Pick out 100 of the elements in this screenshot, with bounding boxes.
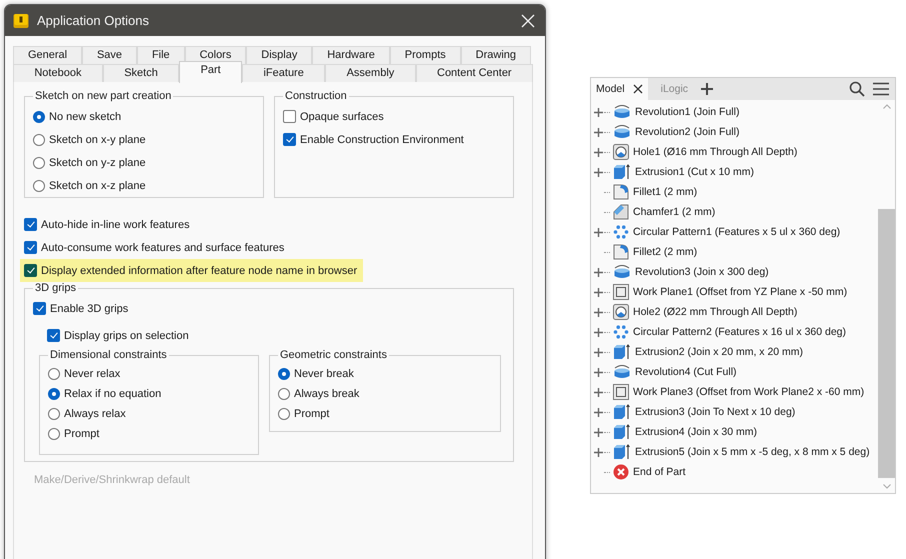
extrude-icon <box>613 424 631 440</box>
browser-tab[interactable]: Model <box>591 78 648 100</box>
tab[interactable]: Prompts <box>390 46 461 64</box>
checkbox[interactable] <box>33 302 46 315</box>
expand-icon[interactable] <box>594 268 603 276</box>
radio-button[interactable] <box>33 134 45 146</box>
expand-icon[interactable] <box>594 328 603 336</box>
revolve-icon <box>613 104 631 120</box>
tab[interactable]: Save <box>82 46 137 64</box>
option-label: Always break <box>294 388 360 400</box>
tree-item[interactable]: Extrusion4 (Join x 30 mm) <box>635 426 757 438</box>
expand-icon[interactable] <box>594 348 603 356</box>
expand-icon[interactable] <box>594 228 603 236</box>
checkbox[interactable] <box>24 241 37 254</box>
expand-icon[interactable] <box>594 408 603 416</box>
expand-icon[interactable] <box>594 128 603 136</box>
chamfer-icon <box>613 204 629 220</box>
fillet-icon <box>613 184 629 200</box>
option-label: Never break <box>294 368 354 380</box>
tree-item[interactable]: End of Part <box>633 466 686 478</box>
option-label: Sketch on y-z plane <box>49 156 146 168</box>
revolve-icon <box>613 264 631 280</box>
expand-icon[interactable] <box>594 168 603 176</box>
group-title: Sketch on new part creation <box>34 90 172 102</box>
revolve-icon <box>613 364 631 380</box>
radio-button[interactable] <box>48 388 60 400</box>
tree-item[interactable]: Work Plane1 (Offset from YZ Plane x -50 mm) <box>633 286 848 298</box>
tab[interactable]: File <box>137 46 185 64</box>
option-label: Opaque surfaces <box>300 110 384 122</box>
tree-item[interactable]: Extrusion5 (Join x 5 mm x -5 deg, x 8 mm x 5 deg) <box>635 446 870 458</box>
scrollbar-thumb[interactable] <box>878 209 895 478</box>
tree-item[interactable]: Extrusion3 (Join To Next x 10 deg) <box>635 406 796 418</box>
group-title: Geometric constraints <box>279 349 388 361</box>
option-label: Auto-consume work features and surface features <box>41 242 284 254</box>
section-title: Make/Derive/Shrinkwrap default <box>33 474 191 486</box>
add-tab-icon[interactable] <box>701 83 714 95</box>
radio-button[interactable] <box>278 388 290 400</box>
expand-icon[interactable] <box>594 288 603 296</box>
option-label: Sketch on x-z plane <box>49 180 146 192</box>
work-plane-icon <box>613 384 629 400</box>
expand-icon[interactable] <box>594 428 603 436</box>
tab[interactable]: General <box>13 46 82 64</box>
expand-icon[interactable] <box>594 108 603 116</box>
close-icon[interactable] <box>632 84 643 94</box>
tab[interactable]: Sketch <box>102 64 180 82</box>
checkbox[interactable] <box>283 110 296 123</box>
radio-button[interactable] <box>278 408 290 420</box>
option-label: Display extended information after feature node name in browser <box>41 264 358 276</box>
expand-icon[interactable] <box>594 368 603 376</box>
tab[interactable]: Notebook <box>13 64 103 82</box>
radio-button[interactable] <box>48 368 60 380</box>
radio-button[interactable] <box>48 428 60 440</box>
tab[interactable]: Part <box>179 61 242 83</box>
tree-item[interactable]: Circular Pattern2 (Features x 16 ul x 360 deg) <box>633 326 846 338</box>
tree-item[interactable]: Revolution3 (Join x 300 deg) <box>635 266 769 278</box>
tree-item[interactable]: Extrusion2 (Join x 20 mm, x 20 mm) <box>635 346 804 358</box>
expand-icon[interactable] <box>594 448 603 456</box>
tree-item[interactable]: Revolution2 (Join Full) <box>635 126 740 138</box>
option-label: Always relax <box>64 408 126 420</box>
tree-item[interactable]: Chamfer1 (2 mm) <box>633 206 716 218</box>
checkbox[interactable] <box>24 218 37 231</box>
circular-pattern-icon <box>613 224 629 240</box>
radio-button[interactable] <box>33 180 45 192</box>
tab[interactable]: Content Center <box>416 64 533 82</box>
tree-item[interactable]: Extrusion1 (Cut x 10 mm) <box>635 166 754 178</box>
tab[interactable]: Hardware <box>312 46 390 64</box>
tree-item[interactable]: Work Plane3 (Offset from Work Plane2 x -60 mm) <box>633 386 864 398</box>
search-icon[interactable] <box>849 81 865 97</box>
checkbox[interactable] <box>24 264 37 277</box>
app-icon <box>13 12 29 28</box>
expand-icon[interactable] <box>594 308 603 316</box>
tree-item[interactable]: Circular Pattern1 (Features x 5 ul x 360 deg) <box>633 226 840 238</box>
option-label: Prompt <box>64 428 100 440</box>
tab[interactable]: iFeature <box>242 64 326 82</box>
error-icon <box>613 464 629 480</box>
extrude-icon <box>613 444 631 460</box>
tree-item[interactable]: Revolution1 (Join Full) <box>635 106 740 118</box>
option-label: Enable Construction Environment <box>300 134 464 146</box>
radio-button[interactable] <box>48 408 60 420</box>
expand-icon[interactable] <box>594 148 603 156</box>
menu-icon[interactable] <box>873 82 889 96</box>
radio-button[interactable] <box>33 110 45 122</box>
tree-item[interactable]: Fillet2 (2 mm) <box>633 246 698 258</box>
tab[interactable]: Assembly <box>325 64 416 82</box>
radio-button[interactable] <box>278 368 290 380</box>
tab[interactable]: Drawing <box>460 46 531 64</box>
tab[interactable]: Display <box>246 46 312 64</box>
radio-button[interactable] <box>33 156 45 168</box>
checkbox[interactable] <box>283 133 296 146</box>
circular-pattern-icon <box>613 324 629 340</box>
extrude-icon <box>613 404 631 420</box>
tree-item[interactable]: Fillet1 (2 mm) <box>633 186 698 198</box>
option-label: Auto-hide in-line work features <box>41 218 190 230</box>
tree-item[interactable]: Hole1 (Ø16 mm Through All Depth) <box>633 146 798 158</box>
option-label: Prompt <box>294 408 330 420</box>
expand-icon[interactable] <box>594 388 603 396</box>
revolve-icon <box>613 124 631 140</box>
tree-item[interactable]: Revolution4 (Cut Full) <box>635 366 737 378</box>
tree-item[interactable]: Hole2 (Ø22 mm Through All Depth) <box>633 306 798 318</box>
checkbox[interactable] <box>47 329 60 342</box>
